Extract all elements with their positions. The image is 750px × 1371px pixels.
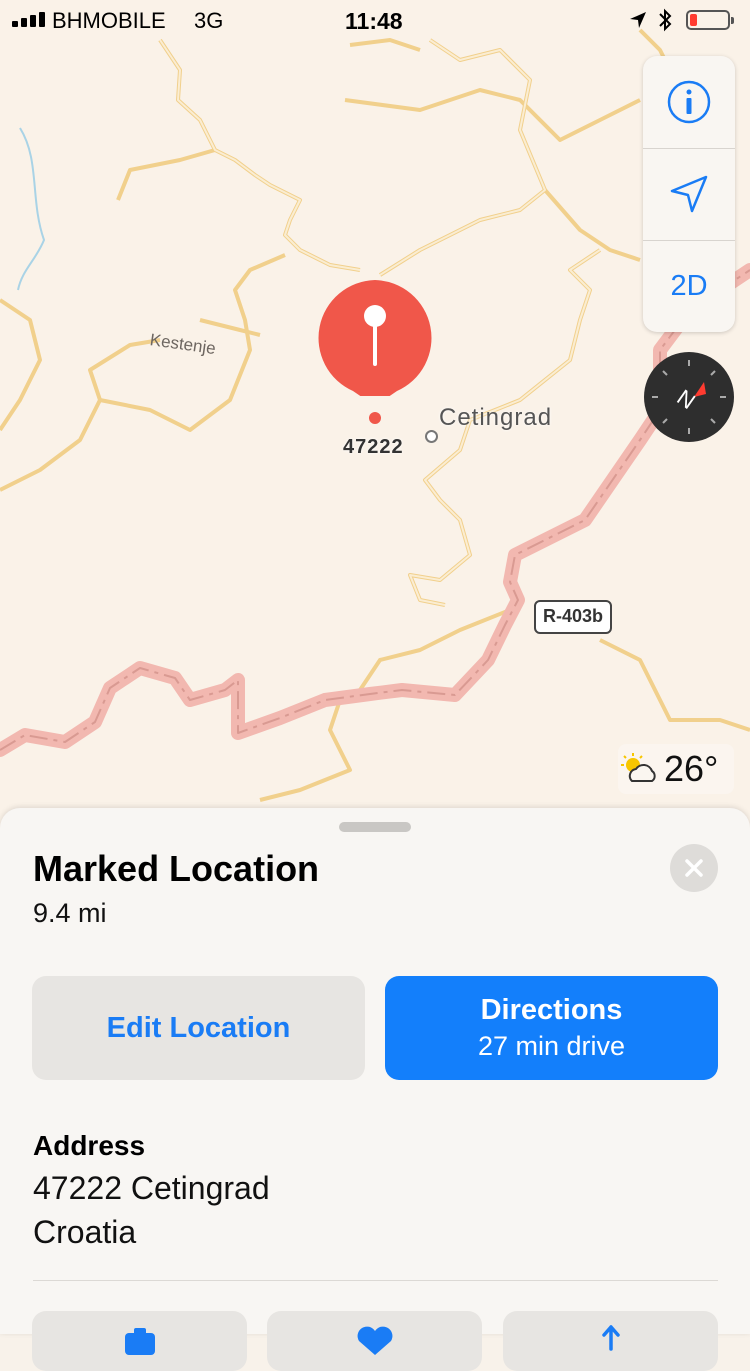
camera-icon (124, 1328, 155, 1355)
pin-point (369, 412, 381, 424)
svg-text:N: N (672, 384, 699, 414)
carrier-name: BHMOBILE (52, 8, 166, 33)
sheet-grabber[interactable] (339, 822, 411, 832)
close-icon (685, 859, 703, 877)
favorite-button[interactable] (267, 1311, 482, 1371)
directions-label: Directions (480, 994, 623, 1026)
place-card: Marked Location 9.4 mi Edit Location Dir… (0, 808, 750, 1371)
add-photo-button[interactable] (32, 1311, 247, 1371)
current-location-button[interactable] (643, 148, 735, 240)
address-heading: Address (33, 1130, 146, 1161)
town-marker (425, 430, 438, 443)
directions-button[interactable]: Directions 27 min drive (385, 976, 718, 1080)
heart-icon (357, 1326, 392, 1355)
battery-icon (686, 10, 734, 30)
location-pin-icon[interactable] (315, 276, 435, 396)
signal-bars-icon (12, 12, 45, 27)
partly-sunny-icon (621, 753, 656, 782)
drive-time-label: 27 min drive (477, 1031, 626, 1061)
address-line-1[interactable]: 47222 Cetingrad (33, 1170, 270, 1207)
weather-badge: 26° (618, 744, 734, 794)
map-controls: 2D (643, 56, 735, 332)
edit-location-button[interactable]: Edit Location (32, 976, 365, 1080)
address-line-2[interactable]: Croatia (33, 1214, 136, 1251)
divider (33, 1280, 718, 1281)
clock: 11:48 (345, 8, 403, 34)
pin-label[interactable]: 47222 (343, 436, 404, 459)
status-bar: BHMOBILE 3G 11:48 (0, 0, 750, 40)
network-type: 3G (194, 8, 224, 33)
temperature-label: 26° (664, 748, 719, 789)
compass-icon[interactable]: N (644, 352, 734, 442)
location-arrow-icon (670, 175, 708, 213)
share-button[interactable] (503, 1311, 718, 1371)
close-button[interactable] (670, 844, 718, 892)
road-shield: R-403b (534, 600, 613, 634)
info-icon (667, 80, 711, 124)
view-mode-button[interactable]: 2D (643, 240, 735, 332)
info-button[interactable] (643, 56, 735, 148)
map-view[interactable]: Kestenje Cetingrad 47222 R-403b N 2D 26° (0, 0, 750, 830)
place-title: Marked Location (33, 848, 320, 889)
place-distance: 9.4 mi (33, 898, 107, 928)
bluetooth-icon (657, 8, 673, 38)
town-label[interactable]: Cetingrad (439, 404, 552, 432)
share-icon (601, 1325, 620, 1351)
location-arrow-icon (630, 12, 646, 28)
